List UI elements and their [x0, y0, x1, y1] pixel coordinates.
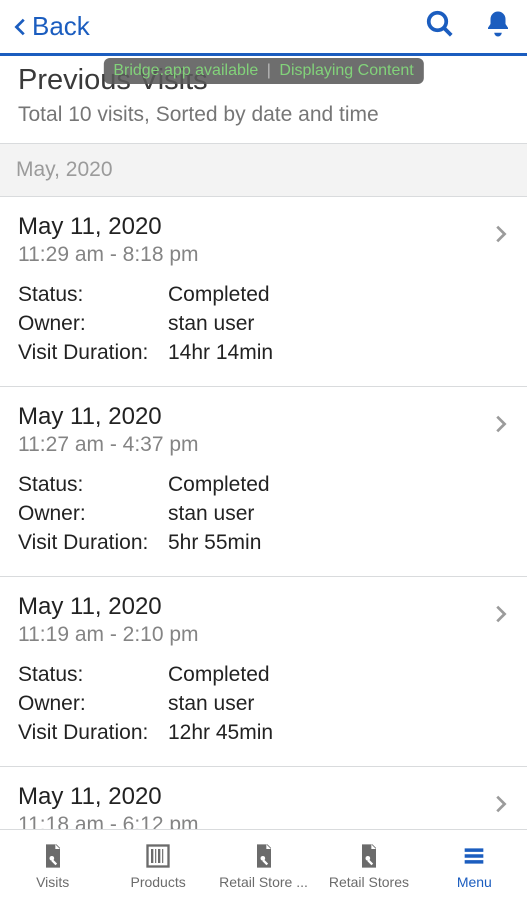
back-label: Back: [32, 11, 90, 42]
duration-label: Visit Duration:: [18, 719, 168, 748]
document-wrench-icon: [39, 842, 67, 870]
visit-date: May 11, 2020: [18, 783, 509, 811]
tab-label: Products: [130, 874, 185, 890]
tab-retail-stores[interactable]: Retail Stores: [316, 830, 421, 901]
top-nav: Back: [0, 0, 527, 56]
status-label: Status:: [18, 281, 168, 310]
visit-date: May 11, 2020: [18, 213, 509, 241]
visit-row[interactable]: May 11, 2020 11:27 am - 4:37 pm Status:C…: [0, 387, 527, 577]
owner-label: Owner:: [18, 310, 168, 339]
owner-label: Owner:: [18, 690, 168, 719]
document-wrench-icon: [250, 842, 278, 870]
barcode-icon: [144, 842, 172, 870]
duration-value: 5hr 55min: [168, 529, 261, 558]
tab-products[interactable]: Products: [105, 830, 210, 901]
tab-bar: Visits Products Retail Store ... Retail …: [0, 829, 527, 901]
document-wrench-icon: [355, 842, 383, 870]
page-subtitle: Total 10 visits, Sorted by date and time: [18, 103, 509, 127]
menu-icon: [460, 842, 488, 870]
search-button[interactable]: [425, 9, 455, 44]
chevron-right-icon: [489, 603, 511, 630]
visit-time: 11:19 am - 2:10 pm: [18, 623, 509, 647]
visit-date: May 11, 2020: [18, 593, 509, 621]
toast-text-1: Bridge.app available: [113, 62, 258, 79]
chevron-left-icon: [10, 13, 32, 41]
duration-label: Visit Duration:: [18, 339, 168, 368]
status-value: Completed: [168, 661, 270, 690]
tab-label: Visits: [36, 874, 69, 890]
tab-retail-store[interactable]: Retail Store ...: [211, 830, 316, 901]
visit-row[interactable]: May 11, 2020 11:29 am - 8:18 pm Status:C…: [0, 197, 527, 387]
section-header: May, 2020: [0, 144, 527, 197]
owner-value: stan user: [168, 310, 254, 339]
visit-date: May 11, 2020: [18, 403, 509, 431]
status-value: Completed: [168, 471, 270, 500]
visit-time: 11:29 am - 8:18 pm: [18, 243, 509, 267]
visit-details: Status:Completed Owner:stan user Visit D…: [18, 661, 509, 748]
tab-label: Retail Store ...: [219, 874, 308, 890]
owner-label: Owner:: [18, 500, 168, 529]
tab-visits[interactable]: Visits: [0, 830, 105, 901]
status-toast: Bridge.app available | Displaying Conten…: [103, 58, 423, 84]
bell-icon: [483, 9, 513, 39]
search-icon: [425, 9, 455, 39]
top-right-actions: [425, 9, 513, 44]
visit-time: 11:18 am - 6:12 pm: [18, 813, 509, 829]
visit-details: Status:Completed Owner:stan user Visit D…: [18, 281, 509, 368]
duration-value: 14hr 14min: [168, 339, 273, 368]
owner-value: stan user: [168, 690, 254, 719]
visit-row[interactable]: May 11, 2020 11:18 am - 6:12 pm: [0, 767, 527, 829]
visit-row[interactable]: May 11, 2020 11:19 am - 2:10 pm Status:C…: [0, 577, 527, 767]
duration-value: 12hr 45min: [168, 719, 273, 748]
toast-separator: |: [267, 62, 271, 79]
status-label: Status:: [18, 661, 168, 690]
chevron-right-icon: [489, 223, 511, 250]
tab-menu[interactable]: Menu: [422, 830, 527, 901]
visit-details: Status:Completed Owner:stan user Visit D…: [18, 471, 509, 558]
back-button[interactable]: Back: [10, 11, 90, 42]
chevron-right-icon: [489, 793, 511, 820]
chevron-right-icon: [489, 413, 511, 440]
tab-label: Menu: [457, 874, 492, 890]
status-label: Status:: [18, 471, 168, 500]
toast-text-2: Displaying Content: [279, 62, 413, 79]
status-value: Completed: [168, 281, 270, 310]
owner-value: stan user: [168, 500, 254, 529]
content-scroll[interactable]: Previous Visits Total 10 visits, Sorted …: [0, 56, 527, 829]
notifications-button[interactable]: [483, 9, 513, 44]
tab-label: Retail Stores: [329, 874, 409, 890]
duration-label: Visit Duration:: [18, 529, 168, 558]
visit-time: 11:27 am - 4:37 pm: [18, 433, 509, 457]
